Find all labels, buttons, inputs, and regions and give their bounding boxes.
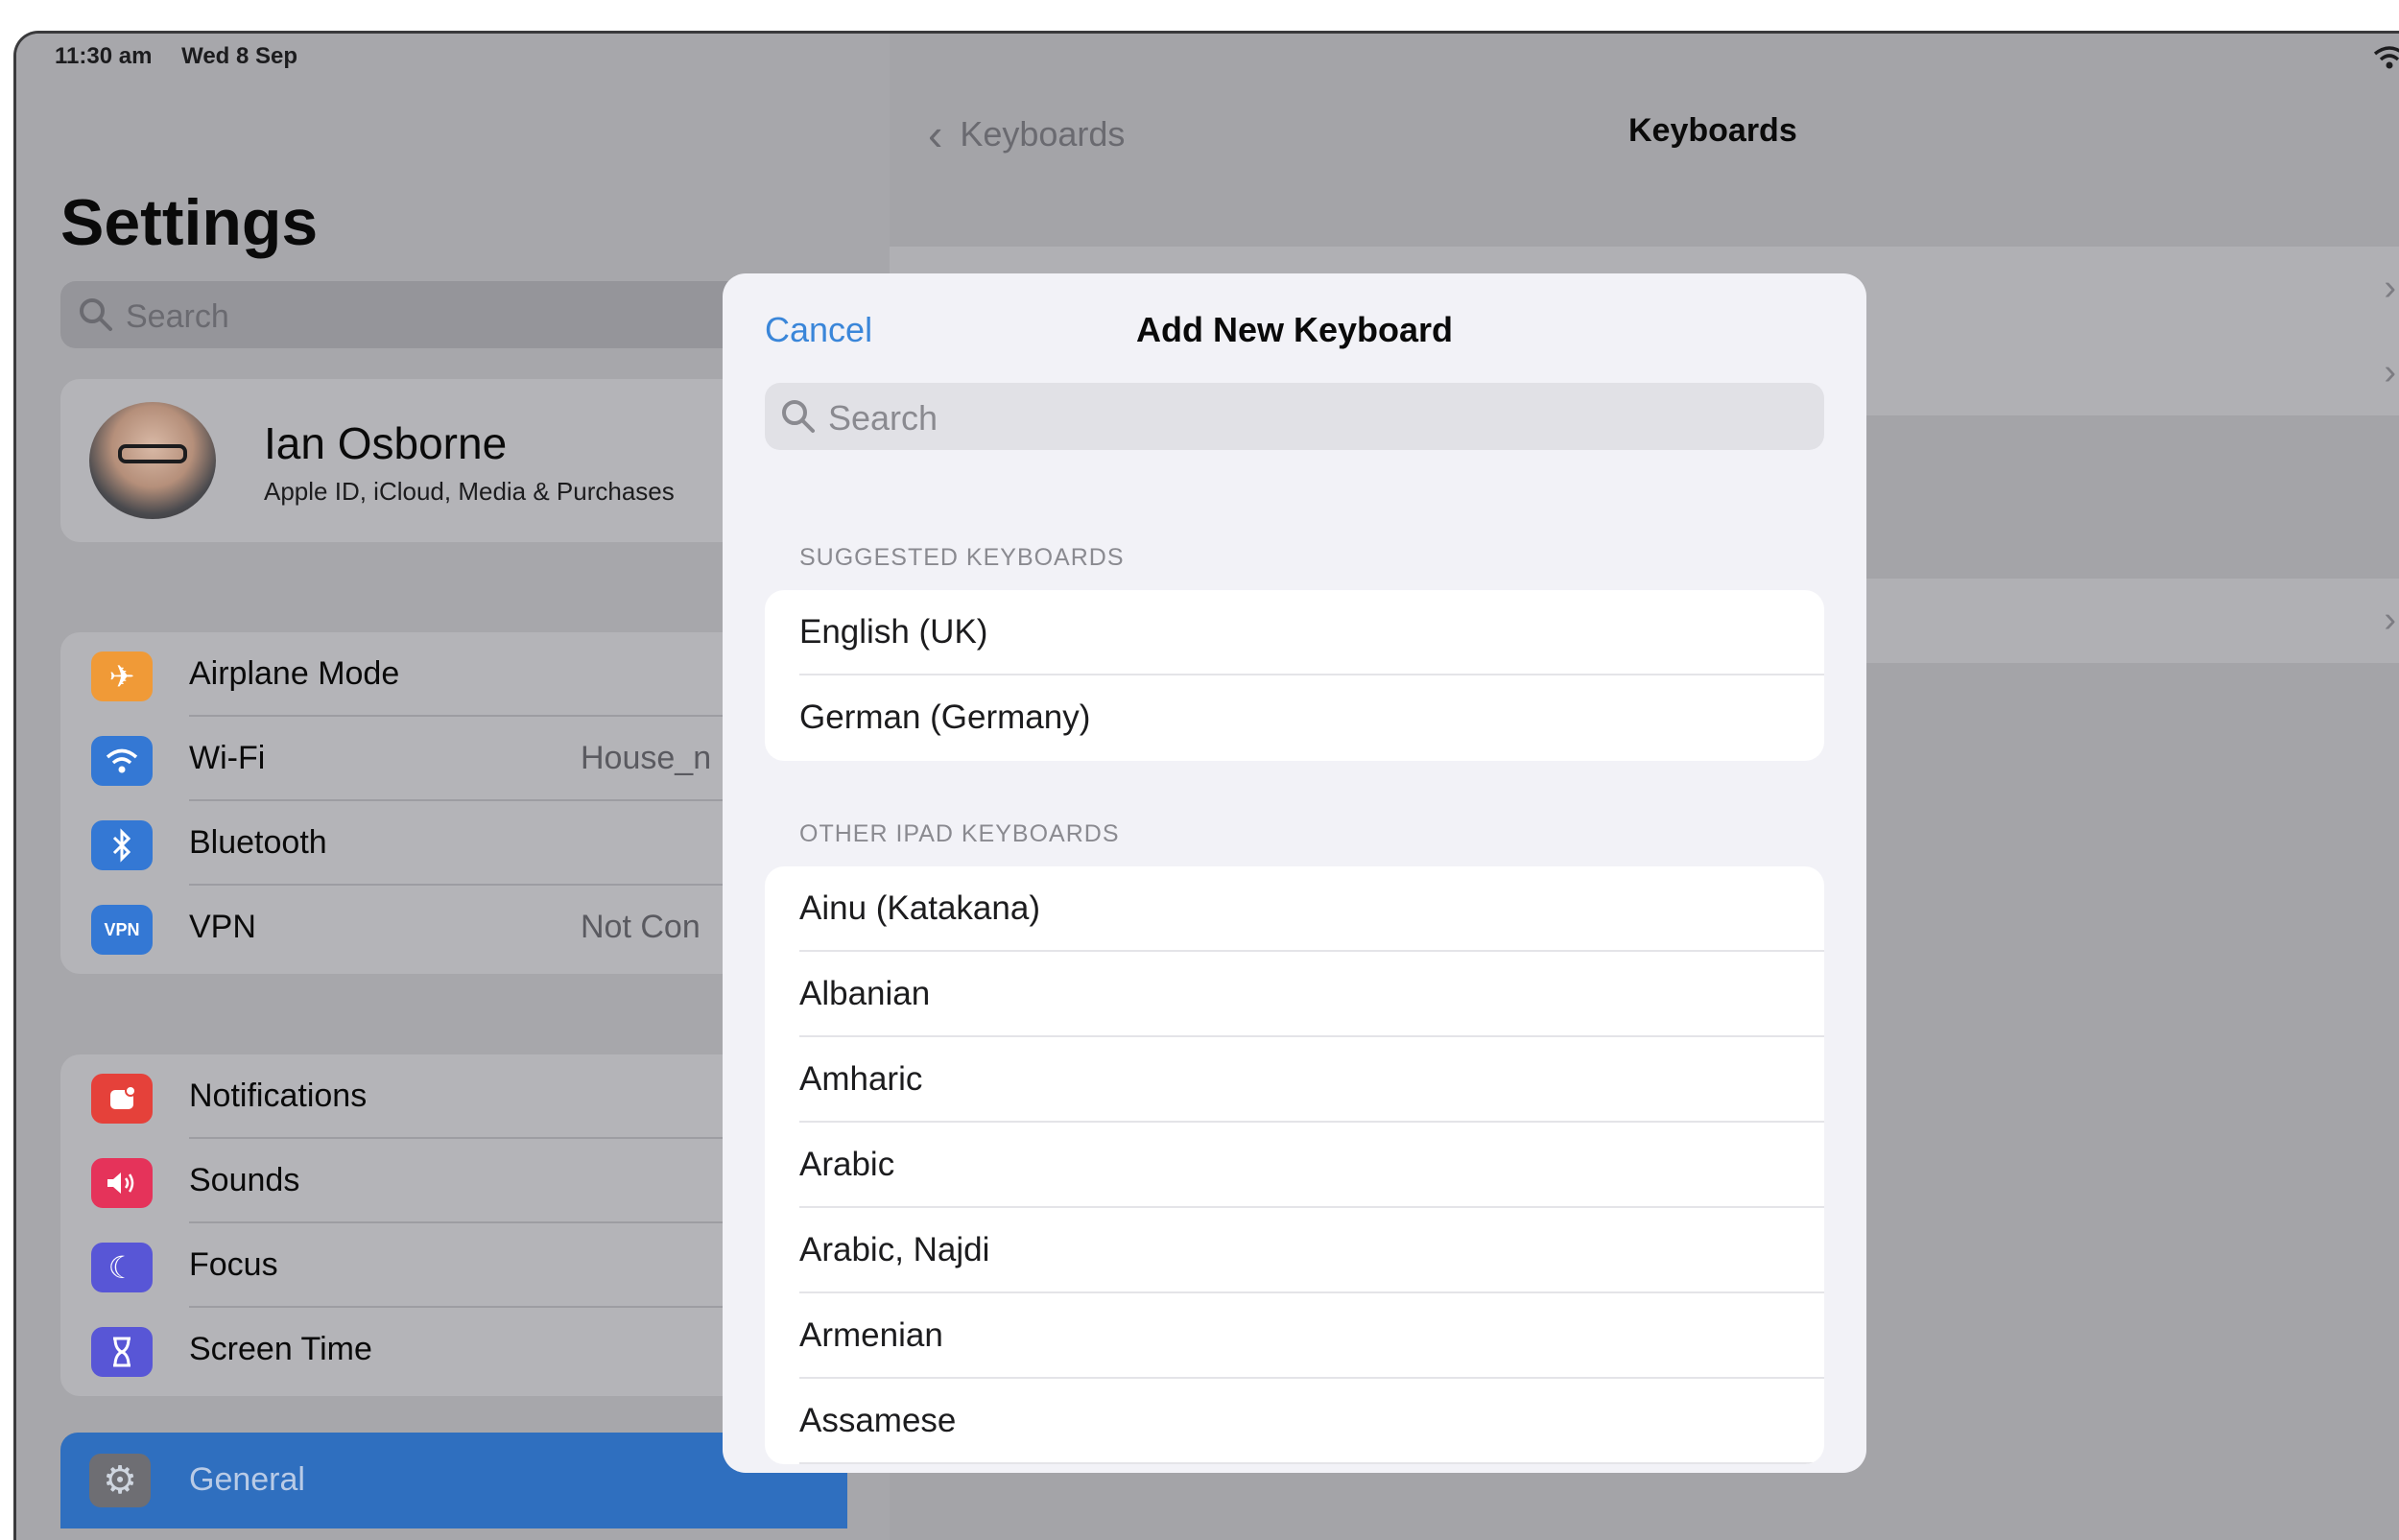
wifi-icon — [91, 736, 153, 786]
add-keyboard-sheet: Add New Keyboard Cancel Search SUGGESTED… — [723, 273, 1866, 1473]
sidebar-item-label: Wi-Fi — [189, 740, 266, 776]
vpn-icon: VPN — [91, 905, 153, 955]
hourglass-icon — [91, 1327, 153, 1377]
wifi-network-value: House_n — [581, 740, 712, 776]
suggested-keyboards-list: English (UK) German (Germany) — [765, 590, 1824, 761]
sidebar-item-label: General — [189, 1461, 305, 1498]
sidebar-item-label: Notifications — [189, 1078, 368, 1114]
list-item[interactable]: Assamese — [765, 1379, 1824, 1464]
sidebar-item-label: Focus — [189, 1246, 278, 1283]
status-bar: 11:30 am Wed 8 Sep — [55, 43, 321, 70]
gear-icon: ⚙ — [89, 1454, 151, 1507]
back-label: Keyboards — [960, 114, 1126, 154]
detail-title: Keyboards — [1628, 112, 1797, 149]
search-icon — [78, 296, 114, 338]
ipad-screen: 11:30 am Wed 8 Sep Settings Search Ian O… — [13, 31, 2399, 1540]
sidebar-item-label: Airplane Mode — [189, 655, 400, 692]
chevron-right-icon: › — [2384, 268, 2396, 308]
cancel-button[interactable]: Cancel — [765, 310, 872, 350]
list-item[interactable]: Amharic — [765, 1037, 1824, 1123]
chevron-right-icon: › — [2384, 352, 2396, 392]
notifications-icon — [91, 1074, 153, 1124]
list-item[interactable]: German (Germany) — [765, 675, 1824, 761]
section-header-other: OTHER IPAD KEYBOARDS — [799, 820, 1120, 847]
profile-name: Ian Osborne — [264, 418, 508, 468]
keyboard-search-placeholder: Search — [828, 398, 938, 438]
list-item[interactable]: English (UK) — [765, 590, 1824, 675]
sidebar-item-label: Bluetooth — [189, 824, 327, 861]
status-wifi-icon — [2373, 45, 2399, 77]
section-header-suggested: SUGGESTED KEYBOARDS — [799, 544, 1125, 571]
back-button[interactable]: ‹ Keyboards — [928, 108, 1125, 160]
airplane-icon: ✈ — [91, 652, 153, 701]
status-time: 11:30 am — [55, 43, 153, 69]
page-title: Settings — [60, 186, 319, 259]
search-icon — [780, 398, 817, 439]
bluetooth-icon — [91, 820, 153, 870]
sidebar-item-label: Sounds — [189, 1162, 300, 1198]
list-item[interactable]: Armenian — [765, 1293, 1824, 1379]
list-item[interactable]: Arabic — [765, 1123, 1824, 1208]
sidebar-item-label: Screen Time — [189, 1331, 372, 1367]
list-item[interactable]: Albanian — [765, 952, 1824, 1037]
status-date: Wed 8 Sep — [181, 43, 298, 69]
list-item[interactable]: Ainu (Katakana) — [765, 866, 1824, 952]
focus-moon-icon: ☾ — [91, 1243, 153, 1292]
sidebar-search-placeholder: Search — [126, 298, 229, 335]
sheet-title: Add New Keyboard — [1135, 310, 1454, 349]
keyboard-search-input[interactable]: Search — [765, 383, 1824, 450]
avatar — [89, 402, 216, 519]
chevron-right-icon: › — [2384, 600, 2396, 640]
list-item[interactable]: Arabic, Najdi — [765, 1208, 1824, 1293]
profile-subtitle: Apple ID, iCloud, Media & Purchases — [264, 477, 675, 506]
chevron-left-icon: ‹ — [928, 109, 943, 159]
sounds-icon — [91, 1158, 153, 1208]
vpn-status-value: Not Con — [581, 909, 701, 945]
other-keyboards-list: Ainu (Katakana) Albanian Amharic Arabic … — [765, 866, 1824, 1464]
sidebar-item-label: VPN — [189, 909, 256, 945]
